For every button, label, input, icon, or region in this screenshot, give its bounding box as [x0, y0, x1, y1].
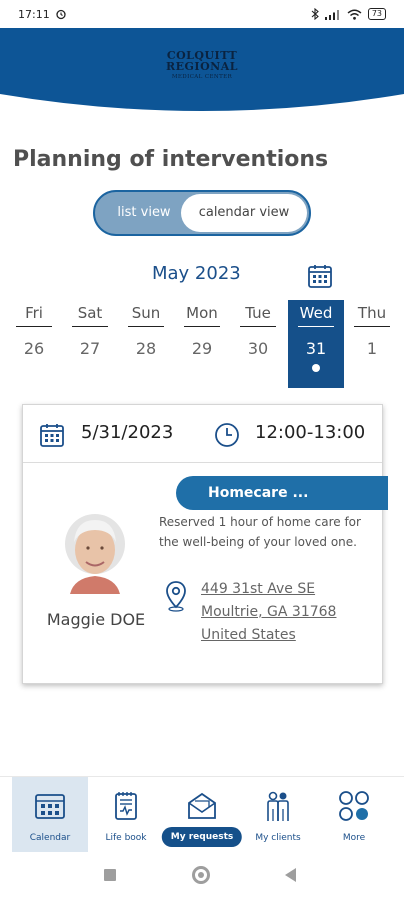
day-name: Wed [299, 304, 333, 322]
day-tue-30[interactable]: Tue 30 [230, 300, 286, 388]
book-icon [115, 792, 137, 820]
appointment-date: 5/31/2023 [81, 422, 174, 443]
nav-label: Life book [105, 833, 147, 843]
nav-label: My clients [255, 833, 301, 843]
calendar-icon [35, 794, 65, 819]
calendar-picker-icon[interactable] [307, 263, 333, 289]
day-sat-27[interactable]: Sat 27 [62, 300, 118, 388]
home-icon[interactable] [192, 866, 210, 884]
system-navigation-bar [0, 852, 404, 900]
clock-icon [215, 423, 239, 447]
page-title: Planning of interventions [13, 147, 329, 172]
signal-icon [324, 9, 339, 20]
day-number: 30 [247, 339, 269, 358]
bluetooth-icon [311, 8, 319, 20]
envelope-icon [188, 792, 216, 819]
day-name: Sun [131, 304, 161, 322]
day-number: 28 [135, 339, 157, 358]
nav-label: Calendar [29, 833, 71, 843]
calendar-view-option[interactable]: calendar view [181, 194, 307, 232]
calendar-icon [40, 424, 64, 447]
back-icon[interactable] [285, 868, 296, 882]
day-number: 1 [366, 339, 378, 358]
logo-line-3: MEDICAL CENTER [171, 74, 233, 80]
nav-life-book[interactable]: Life book [88, 777, 164, 853]
day-number: 26 [23, 339, 45, 358]
appointment-time: 12:00-13:00 [255, 422, 366, 443]
address-line-1: 449 31st Ave SE [201, 581, 316, 597]
list-view-option[interactable]: list view [101, 192, 187, 234]
nav-calendar[interactable]: Calendar [12, 777, 88, 853]
client-avatar [65, 514, 125, 594]
client-address-link[interactable]: 449 31st Ave SE Moultrie, GA 31768 Unite… [201, 578, 336, 647]
appointment-header: 5/31/2023 12:00-13:00 [23, 405, 382, 463]
appointment-description: Reserved 1 hour of home care for the wel… [159, 515, 361, 549]
nav-my-clients[interactable]: My clients [240, 777, 316, 853]
week-strip: Fri 26 Sat 27 Sun 28 Mon 29 Tue 30 Wed 3… [6, 300, 404, 388]
recent-apps-icon[interactable] [104, 869, 116, 881]
event-dot [312, 364, 320, 372]
day-sun-28[interactable]: Sun 28 [118, 300, 174, 388]
day-fri-26[interactable]: Fri 26 [6, 300, 62, 388]
day-number: 29 [191, 339, 213, 358]
logo-line-2: REGIONAL [166, 60, 238, 73]
day-name: Sat [77, 304, 103, 322]
hospital-logo: COLQUITT REGIONAL MEDICAL CENTER [0, 50, 404, 83]
app-header: COLQUITT REGIONAL MEDICAL CENTER [0, 28, 404, 114]
view-toggle: list view calendar view [93, 190, 311, 236]
address-line-3: United States [201, 627, 296, 643]
nav-label: More [342, 833, 366, 843]
day-thu-1[interactable]: Thu 1 [344, 300, 400, 388]
nav-more[interactable]: More [316, 777, 392, 853]
wifi-icon [347, 9, 362, 20]
grid-icon [339, 791, 369, 821]
day-number: 27 [79, 339, 101, 358]
day-wed-31-selected[interactable]: Wed 31 [288, 300, 344, 388]
day-name: Thu [357, 304, 387, 322]
location-pin-icon [166, 581, 186, 612]
address-line-2: Moultrie, GA 31768 [201, 604, 337, 620]
people-icon [267, 791, 289, 821]
bottom-navigation: Calendar Life book My requests My client… [0, 776, 404, 853]
nav-label: My requests [161, 827, 243, 847]
status-bar: 17:11 73 [0, 0, 404, 28]
day-number: 31 [305, 339, 327, 358]
alarm-icon [56, 9, 66, 20]
service-tag[interactable]: Homecare ... [176, 476, 388, 510]
day-name: Tue [245, 304, 271, 322]
status-time: 17:11 [18, 7, 50, 21]
day-name: Fri [25, 304, 43, 322]
month-label: May 2023 [152, 263, 241, 284]
day-mon-29[interactable]: Mon 29 [174, 300, 230, 388]
nav-my-requests[interactable]: My requests [161, 777, 243, 853]
battery-indicator: 73 [367, 8, 386, 20]
day-name: Mon [186, 304, 218, 322]
client-name: Maggie DOE [46, 610, 146, 629]
